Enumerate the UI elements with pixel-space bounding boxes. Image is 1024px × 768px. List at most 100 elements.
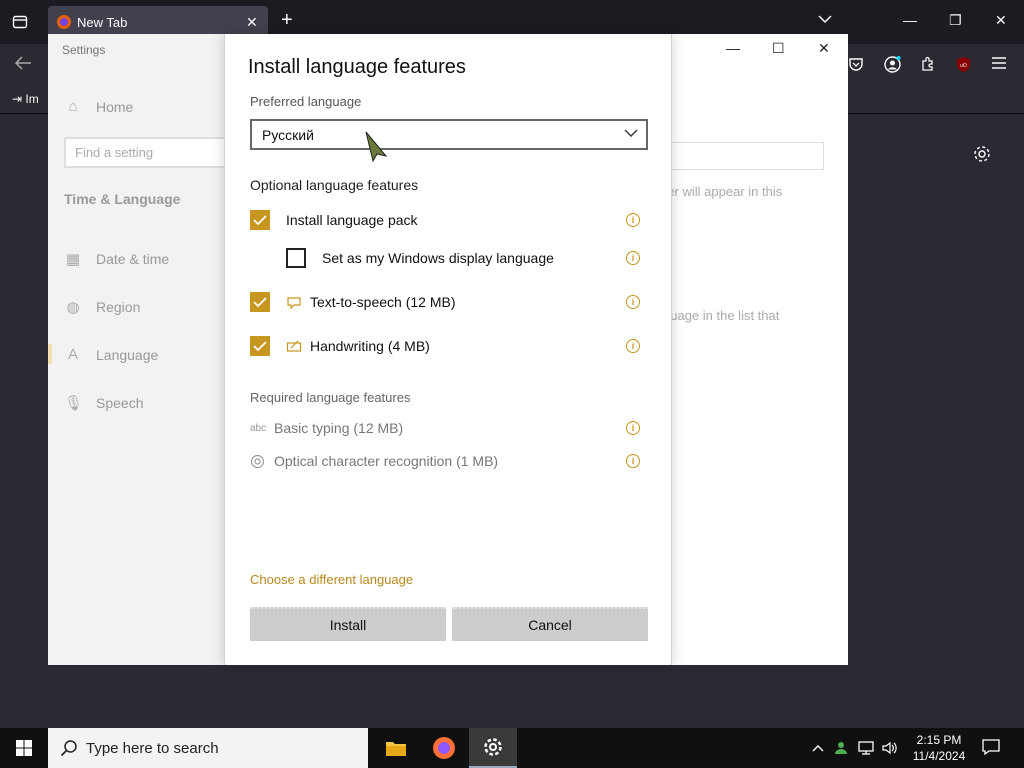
account-icon[interactable] [884,56,901,73]
taskbar-settings[interactable] [469,728,517,768]
network-icon[interactable] [858,741,874,755]
pocket-icon[interactable] [848,56,864,72]
search-placeholder: Type here to search [86,739,219,757]
close-icon[interactable]: ✕ [995,12,1007,29]
info-icon[interactable]: i [626,251,640,265]
svg-text:uO: uO [960,63,967,69]
install-language-dialog: Install language features Preferred lang… [224,34,672,665]
text-to-speech-checkbox[interactable] [250,292,270,312]
sidebar-item-label: Date & time [96,251,170,267]
info-icon[interactable]: i [626,295,640,309]
settings-maximize-icon[interactable]: ☐ [772,40,785,57]
handwriting-checkbox[interactable] [250,336,270,356]
info-icon[interactable]: i [626,213,640,227]
display-language-checkbox[interactable] [286,248,306,268]
firefox-icon [56,14,72,30]
taskbar-clock[interactable]: 2:15 PM 11/4/2024 [904,732,974,764]
microphone-icon: 🎙︎ [64,395,84,412]
sidebar-item-language[interactable]: A Language [64,346,158,363]
feature-label: Set as my Windows display language [322,250,554,266]
clock-date: 11/4/2024 [912,749,966,763]
required-feature-label: Basic typing (12 MB) [274,420,404,436]
speech-bubble-icon [286,295,302,309]
info-icon[interactable]: i [626,454,640,468]
feature-row-handwriting[interactable]: Handwriting (4 MB) [250,336,430,356]
settings-gear-icon [483,737,503,757]
taskbar-file-explorer[interactable] [372,728,420,768]
settings-minimize-icon[interactable]: — [726,40,740,56]
clock-time: 2:15 PM [916,733,962,747]
calendar-clock-icon: ▦ [65,251,81,268]
handwriting-pen-icon [286,339,302,353]
search-icon [60,739,78,757]
taskbar-firefox[interactable] [420,728,468,768]
newtab-settings-gear-icon[interactable] [973,145,991,163]
background-text: guage in the list that [663,308,780,323]
selected-language: Русский [262,127,314,143]
user-status-icon[interactable] [834,740,850,756]
new-tab-icon[interactable]: + [281,10,293,30]
abc-icon: abc [250,422,267,434]
feature-label: Handwriting (4 MB) [310,338,430,354]
folder-icon [385,739,407,757]
ocr-icon [250,454,266,469]
background-text: rer will appear in this [663,184,783,199]
chevron-up-icon[interactable] [812,744,824,752]
settings-sidebar: Settings ⌂ Home Find a setting Time & La… [48,34,234,665]
list-all-tabs-icon[interactable] [818,14,832,24]
background-search-field [670,142,824,170]
sidebar-item-label: Region [96,299,141,315]
sidebar-item-home[interactable]: ⌂ Home [64,98,133,115]
install-button[interactable]: Install [250,607,446,641]
restore-icon[interactable]: ❐ [949,12,962,29]
volume-icon[interactable] [882,741,898,755]
cancel-button[interactable]: Cancel [452,607,648,641]
language-pack-checkbox[interactable] [250,210,270,230]
sidebar-item-date-time[interactable]: ▦ Date & time [64,250,169,268]
feature-row-text-to-speech[interactable]: Text-to-speech (12 MB) [250,292,456,312]
notifications-icon[interactable] [982,738,1000,756]
dialog-title: Install language features [248,56,466,78]
selected-indicator [48,344,52,364]
find-setting-placeholder: Find a setting [75,145,154,160]
find-setting-input[interactable]: Find a setting [64,137,234,168]
info-icon[interactable]: i [626,339,640,353]
sidebar-item-speech[interactable]: 🎙︎ Speech [64,394,143,412]
sidebar-item-label: Language [96,346,159,363]
import-bookmarks-link[interactable]: ⇥ Im [12,92,39,106]
home-icon: ⌂ [68,98,78,115]
import-bookmarks-label: Im [25,92,39,106]
feature-label: Text-to-speech (12 MB) [310,294,456,310]
menu-icon[interactable] [992,56,1006,70]
tab-close-icon[interactable]: ✕ [246,14,258,31]
preferred-language-dropdown[interactable]: Русский [250,119,648,150]
mouse-cursor-icon [364,130,390,162]
sidebar-section-heading: Time & Language [64,191,181,207]
settings-close-icon[interactable]: ✕ [818,40,830,57]
required-feature-label: Optical character recognition (1 MB) [274,453,499,469]
required-feature-ocr: Optical character recognition (1 MB) [250,453,498,469]
back-arrow-icon[interactable] [14,56,32,70]
extensions-icon[interactable] [920,56,936,72]
required-features-heading: Required language features [250,390,411,405]
windows-logo-icon [16,740,32,756]
tab-overview-icon[interactable] [12,14,28,30]
required-feature-basic-typing: abc Basic typing (12 MB) [250,420,403,436]
sidebar-item-region[interactable]: ◍ Region [64,298,140,316]
taskbar-search-input[interactable]: Type here to search [48,728,368,768]
choose-different-language-link[interactable]: Choose a different language [250,572,413,587]
start-button[interactable] [0,728,48,768]
taskbar: Type here to search 2:15 PM 11/4/2024 [0,728,1024,768]
firefox-icon [432,736,456,760]
system-tray [812,728,898,768]
info-icon[interactable]: i [626,421,640,435]
optional-features-heading: Optional language features [250,177,419,193]
sidebar-item-label: Speech [96,395,144,411]
ublock-icon[interactable]: uO [955,56,972,73]
chevron-down-icon [624,129,638,138]
feature-row-language-pack[interactable]: Install language pack [250,210,418,230]
sidebar-item-label: Home [96,98,134,115]
feature-label: Install language pack [286,212,418,228]
minimize-icon[interactable]: — [903,12,917,28]
feature-row-display-language[interactable]: Set as my Windows display language [286,248,554,268]
